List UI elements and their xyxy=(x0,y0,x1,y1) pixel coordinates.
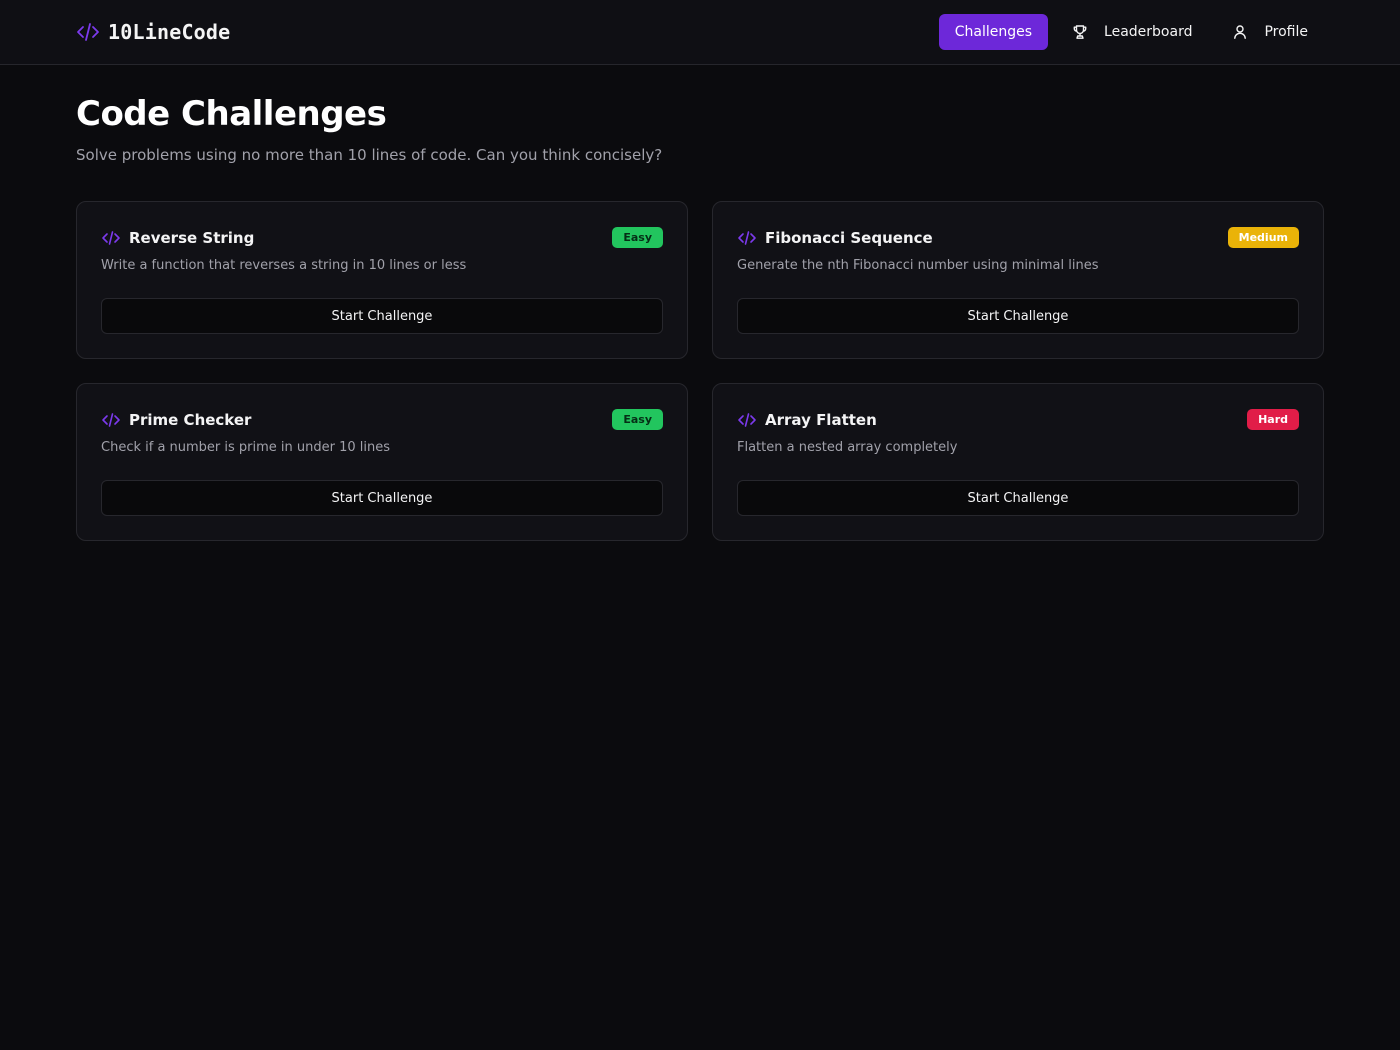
brand-name: 10LineCode xyxy=(108,20,231,44)
challenge-title: Fibonacci Sequence xyxy=(765,229,933,247)
nav-leaderboard-label: Leaderboard xyxy=(1104,24,1193,40)
challenge-title: Array Flatten xyxy=(765,411,877,429)
challenge-title: Prime Checker xyxy=(129,411,252,429)
challenge-description: Flatten a nested array completely xyxy=(737,440,958,455)
nav-profile[interactable]: Profile xyxy=(1216,14,1324,50)
challenge-card: Fibonacci Sequence Medium Generate the n… xyxy=(712,201,1324,359)
code-icon xyxy=(76,21,100,43)
nav-leaderboard[interactable]: Leaderboard xyxy=(1056,14,1208,50)
start-challenge-button[interactable]: Start Challenge xyxy=(737,480,1299,516)
start-challenge-button[interactable]: Start Challenge xyxy=(737,298,1299,334)
difficulty-badge: Easy xyxy=(612,227,663,248)
top-navbar: 10LineCode Challenges Leaderboard Profil… xyxy=(0,0,1400,65)
page-subtitle: Solve problems using no more than 10 lin… xyxy=(76,146,663,164)
nav-challenges-label: Challenges xyxy=(954,24,1033,40)
code-icon xyxy=(737,412,757,428)
nav-profile-label: Profile xyxy=(1264,24,1308,40)
challenge-description: Check if a number is prime in under 10 l… xyxy=(101,440,391,455)
difficulty-badge: Hard xyxy=(1247,409,1299,430)
code-icon xyxy=(101,230,121,246)
challenge-description: Generate the nth Fibonacci number using … xyxy=(737,258,1099,273)
challenge-card: Prime Checker Easy Check if a number is … xyxy=(76,383,688,541)
page-title: Code Challenges xyxy=(76,94,387,134)
challenge-title: Reverse String xyxy=(129,229,255,247)
brand-logo[interactable]: 10LineCode xyxy=(76,19,230,45)
challenge-grid: Reverse String Easy Write a function tha… xyxy=(76,201,1324,541)
code-icon xyxy=(101,412,121,428)
difficulty-badge: Easy xyxy=(612,409,663,430)
challenge-description: Write a function that reverses a string … xyxy=(101,258,467,273)
code-icon xyxy=(737,230,757,246)
user-icon xyxy=(1232,24,1248,40)
trophy-icon xyxy=(1072,24,1088,40)
start-challenge-button[interactable]: Start Challenge xyxy=(101,298,663,334)
start-challenge-button[interactable]: Start Challenge xyxy=(101,480,663,516)
challenge-card: Array Flatten Hard Flatten a nested arra… xyxy=(712,383,1324,541)
nav-challenges[interactable]: Challenges xyxy=(938,14,1049,50)
main-nav: Challenges Leaderboard Profile xyxy=(931,14,1324,50)
challenge-card: Reverse String Easy Write a function tha… xyxy=(76,201,688,359)
difficulty-badge: Medium xyxy=(1227,227,1299,248)
